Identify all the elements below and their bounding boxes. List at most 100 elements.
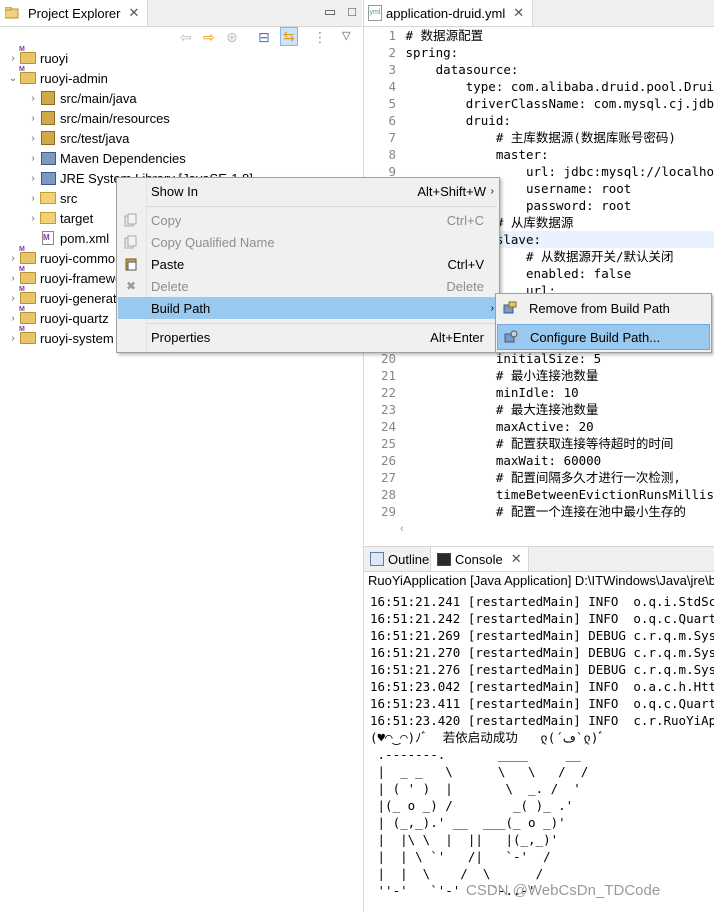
menu-item-build-path[interactable]: Build Path › (118, 297, 498, 319)
code-line[interactable]: 29 # 配置一个连接在池中最小生存的 (364, 503, 714, 520)
tree-item[interactable]: › src (0, 188, 77, 208)
tree-item[interactable]: › src/main/resources (0, 108, 169, 128)
menu-item-paste[interactable]: Paste Ctrl+V (118, 253, 498, 275)
tree-item-label: ruoyi-generator (40, 290, 129, 306)
scroll-left-icon[interactable]: ‹ (400, 523, 404, 535)
menu-item-label: Remove from Build Path (529, 300, 670, 316)
menu-item-label: Paste (151, 256, 185, 272)
menu-item-configure-build-path[interactable]: Configure Build Path... (497, 324, 710, 350)
expand-toggle-icon[interactable]: ⌄ (6, 73, 20, 84)
menu-item-remove-from-build-path[interactable]: Remove from Build Path (497, 295, 710, 321)
watermark: CSDN @WebCsDn_TDCode (466, 882, 661, 899)
home-icon[interactable]: ⊛ (226, 29, 238, 46)
project-explorer-toolbar: ⇦ ⇨ ⊛ ⊟ ⇆ ⋮ ▽ (0, 27, 362, 49)
code-line[interactable]: 24 maxActive: 20 (364, 418, 714, 435)
expand-toggle-icon[interactable]: › (6, 53, 20, 64)
code-line[interactable]: 25 # 配置获取连接等待超时的时间 (364, 435, 714, 452)
expand-toggle-icon[interactable]: › (26, 133, 40, 144)
tree-item[interactable]: › ruoyi-common (0, 246, 122, 268)
expand-toggle-icon[interactable]: › (26, 113, 40, 124)
line-number: 2 (388, 45, 396, 60)
close-icon[interactable]: ✕ (513, 5, 524, 21)
expand-toggle-icon[interactable]: › (26, 153, 40, 164)
code-line[interactable]: 7 # 主库数据源(数据库账号密码) (364, 129, 714, 146)
code-line[interactable]: 22 minIdle: 10 (364, 384, 714, 401)
line-text: maxWait: 60000 (495, 453, 602, 468)
code-line[interactable]: 3 datasource: (364, 61, 714, 78)
source-folder-icon (40, 111, 56, 125)
menu-item-label: Properties (151, 329, 211, 345)
close-icon[interactable]: ✕ (511, 551, 522, 567)
maven-project-icon (19, 66, 36, 85)
configure-build-path-icon (504, 330, 518, 344)
horizontal-scrollbar[interactable]: ‹ (364, 523, 714, 539)
menu-item-show-in[interactable]: Show In Alt+Shift+W › (118, 180, 498, 202)
tree-item[interactable]: › src/main/java (0, 88, 136, 108)
menu-item-properties[interactable]: Properties Alt+Enter (118, 326, 498, 348)
tab-outline[interactable]: Outline (364, 547, 435, 571)
tree-item[interactable]: › ruoyi-generator (0, 286, 129, 308)
close-icon[interactable]: ✕ (128, 5, 139, 21)
code-line[interactable]: 5 driverClassName: com.mysql.cj.jdbc.Dri… (364, 95, 714, 112)
forward-arrow-icon[interactable]: ⇨ (203, 29, 215, 46)
expand-toggle-icon[interactable]: › (26, 213, 40, 224)
menu-item-label: Copy Qualified Name (151, 234, 275, 250)
tree-item[interactable]: › Maven Dependencies (0, 148, 185, 168)
expand-toggle-icon[interactable]: › (26, 193, 40, 204)
tree-item[interactable]: Mpom.xml (0, 228, 109, 248)
expand-toggle-icon[interactable]: › (6, 333, 20, 344)
menu-item-delete[interactable]: ✖ Delete Delete (118, 275, 498, 297)
code-line[interactable]: 27 # 配置间隔多久才进行一次检测, (364, 469, 714, 486)
line-text: datasource: (435, 62, 519, 77)
code-line[interactable]: 2 spring: (364, 44, 714, 61)
tree-item[interactable]: ⌄ ruoyi-admin (0, 66, 108, 88)
maximize-icon[interactable]: □ (348, 4, 356, 20)
code-line[interactable]: 26 maxWait: 60000 (364, 452, 714, 469)
log-line: 16:51:21.270 [restartedMain] DEBUG c.r.q… (370, 645, 714, 660)
tree-item[interactable]: › ruoyi-quartz (0, 306, 108, 328)
menu-separator (147, 323, 497, 324)
code-line[interactable]: 21 # 最小连接池数量 (364, 367, 714, 384)
menu-item-copy[interactable]: Copy Ctrl+C (118, 209, 498, 231)
project-explorer-tab[interactable]: Project Explorer ✕ (0, 0, 149, 26)
menu-item-shortcut: Alt+Shift+W (417, 183, 486, 199)
launch-description: RuoYiApplication [Java Application] D:\I… (368, 573, 714, 588)
code-line[interactable]: 23 # 最大连接池数量 (364, 401, 714, 418)
filters-icon[interactable]: ⋮ (313, 29, 327, 46)
tree-item[interactable]: › target (0, 208, 93, 228)
view-menu-icon[interactable]: ▽ (342, 29, 350, 42)
line-number: 7 (388, 130, 396, 145)
line-number: 1 (388, 28, 396, 43)
line-text: druid: (465, 113, 511, 128)
back-arrow-icon[interactable]: ⇦ (180, 29, 192, 46)
console-output[interactable]: 16:51:21.241 [restartedMain] INFO o.q.i.… (370, 593, 714, 912)
code-line[interactable]: 6 druid: (364, 112, 714, 129)
expand-toggle-icon[interactable]: › (6, 293, 20, 304)
tree-item[interactable]: › ruoyi-system (0, 326, 113, 348)
link-with-editor-icon[interactable]: ⇆ (280, 27, 298, 46)
expand-toggle-icon[interactable]: › (6, 313, 20, 324)
submenu-arrow-icon: › (490, 185, 494, 197)
log-line: 16:51:21.269 [restartedMain] DEBUG c.r.q… (370, 628, 714, 643)
expand-toggle-icon[interactable]: › (26, 173, 40, 184)
tree-item[interactable]: › ruoyi (0, 46, 68, 68)
expand-toggle-icon[interactable]: › (6, 273, 20, 284)
line-number: 26 (380, 453, 396, 468)
project-explorer-tab-bar: Project Explorer ✕ ▭ □ (0, 0, 362, 27)
tree-item[interactable]: › src/test/java (0, 128, 129, 148)
code-line[interactable]: 1 # 数据源配置 (364, 27, 714, 44)
line-text: # 配置获取连接等待超时的时间 (495, 436, 674, 451)
line-number: 22 (380, 385, 396, 400)
code-line[interactable]: 4 type: com.alibaba.druid.pool.DruidData… (364, 78, 714, 95)
tab-console[interactable]: Console ✕ (430, 547, 529, 571)
editor-tab-application-druid[interactable]: yml application-druid.yml ✕ (364, 0, 534, 26)
expand-toggle-icon[interactable]: › (6, 253, 20, 264)
code-line[interactable]: 28 timeBetweenEvictionRunsMillis (364, 486, 714, 503)
minimize-icon[interactable]: ▭ (324, 4, 336, 20)
expand-toggle-icon[interactable]: › (26, 93, 40, 104)
tree-item[interactable]: ›ruoyi-framework (0, 266, 133, 288)
menu-item-copy-qualified-name[interactable]: Copy Qualified Name (118, 231, 498, 253)
project-explorer-icon (4, 6, 20, 20)
code-line[interactable]: 8 master: (364, 146, 714, 163)
collapse-all-icon[interactable]: ⊟ (258, 29, 270, 46)
